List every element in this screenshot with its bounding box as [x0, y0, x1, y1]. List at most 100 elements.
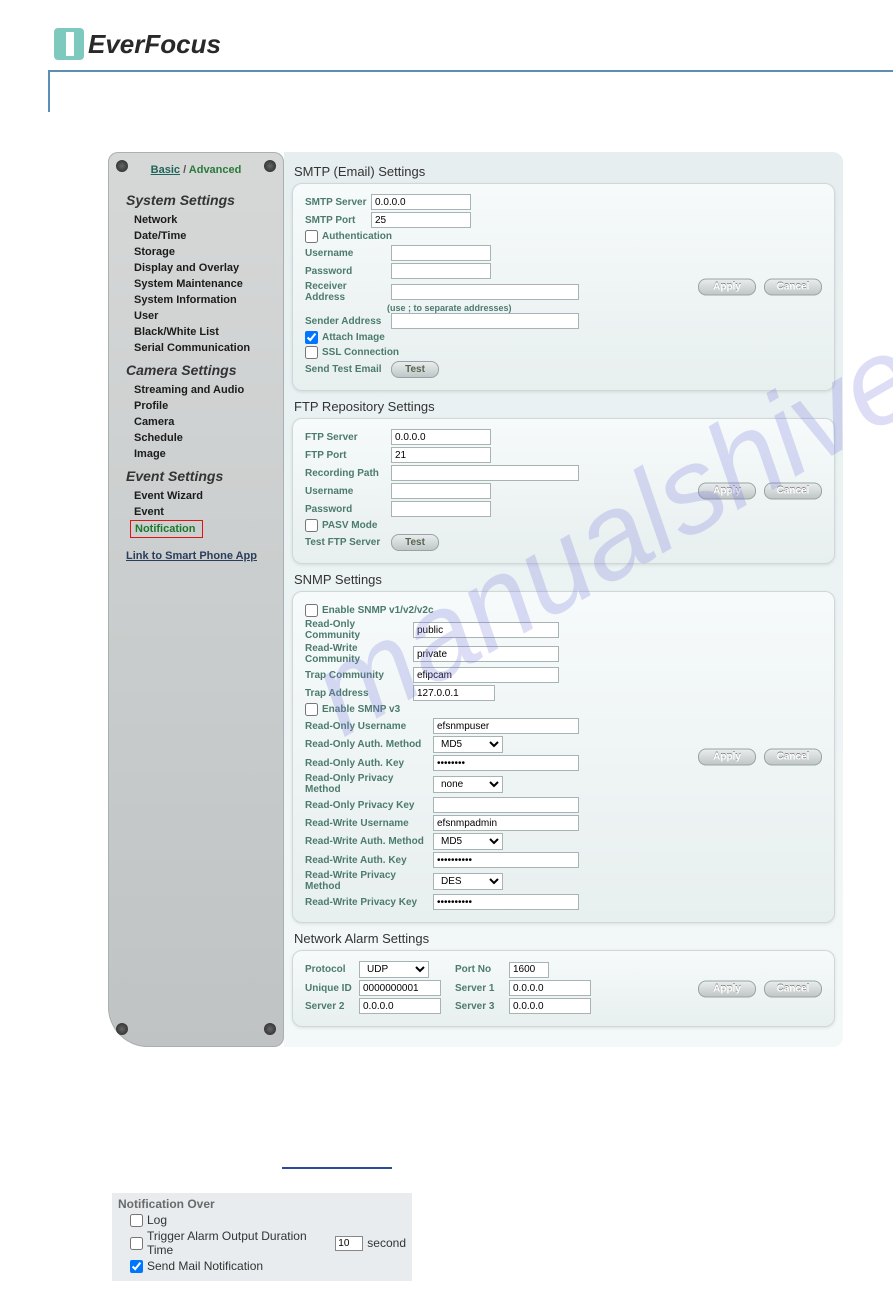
notif-log-label: Log — [147, 1213, 167, 1227]
snmp-roauth-select[interactable]: MD5 — [433, 736, 503, 753]
smtp-port-input[interactable] — [371, 212, 471, 228]
sidebar-item-camera[interactable]: Camera — [108, 414, 284, 430]
notif-trigger-unit: second — [367, 1236, 406, 1250]
alarm-cancel-button[interactable]: Cancel — [764, 980, 822, 997]
smtp-pass-input[interactable] — [391, 263, 491, 279]
sidebar-item-event[interactable]: Event — [108, 504, 284, 520]
snmp-ropriv-select[interactable]: none — [433, 776, 503, 793]
ftp-pasv-checkbox[interactable] — [305, 519, 318, 532]
snmp-trapaddr-input[interactable] — [413, 685, 495, 701]
smtp-apply-button[interactable]: Apply — [698, 279, 756, 296]
tab-basic[interactable]: Basic — [151, 164, 180, 176]
header-rule — [48, 70, 893, 112]
smtp-user-label: Username — [305, 248, 387, 259]
smtp-server-input[interactable] — [371, 194, 471, 210]
alarm-actions: Apply Cancel — [698, 980, 822, 997]
sidebar-item-user[interactable]: User — [108, 308, 284, 324]
ftp-user-input[interactable] — [391, 483, 491, 499]
sidebar-link-smartphone[interactable]: Link to Smart Phone App — [108, 538, 284, 564]
smtp-ssl-checkbox[interactable] — [305, 346, 318, 359]
tab-advanced[interactable]: Advanced — [189, 164, 242, 176]
smtp-cancel-button[interactable]: Cancel — [764, 279, 822, 296]
screw-icon — [116, 160, 128, 172]
ftp-port-input[interactable] — [391, 447, 491, 463]
sidebar-item-maintenance[interactable]: System Maintenance — [108, 276, 284, 292]
alarm-s2-input[interactable] — [359, 998, 441, 1014]
sidebar-item-display[interactable]: Display and Overlay — [108, 260, 284, 276]
brand-logo: EverFocus — [54, 28, 853, 60]
alarm-s2-label: Server 2 — [305, 1001, 355, 1012]
sidebar-item-event-wizard[interactable]: Event Wizard — [108, 488, 284, 504]
sidebar-item-info[interactable]: System Information — [108, 292, 284, 308]
smtp-recv-input[interactable] — [391, 284, 579, 300]
ftp-path-label: Recording Path — [305, 468, 387, 479]
ftp-server-label: FTP Server — [305, 432, 387, 443]
snmp-rwcom-input[interactable] — [413, 646, 559, 662]
snmp-rwpriv-select[interactable]: DES — [433, 873, 503, 890]
ftp-server-input[interactable] — [391, 429, 491, 445]
sidebar-item-bwlist[interactable]: Black/White List — [108, 324, 284, 340]
notif-mail-checkbox[interactable] — [130, 1260, 143, 1273]
snmp-trapcom-label: Trap Community — [305, 670, 409, 681]
sidebar-item-network[interactable]: Network — [108, 212, 284, 228]
snmp-trapcom-input[interactable] — [413, 667, 559, 683]
alarm-apply-button[interactable]: Apply — [698, 980, 756, 997]
alarm-uid-input[interactable] — [359, 980, 441, 996]
alarm-s3-input[interactable] — [509, 998, 591, 1014]
snmp-v3-label: Enable SMNP v3 — [322, 704, 400, 715]
smtp-recv-label: Receiver Address — [305, 281, 387, 303]
snmp-rocom-input[interactable] — [413, 622, 559, 638]
brand-name: EverFocus — [88, 29, 221, 60]
notif-trigger-time-input[interactable] — [335, 1236, 363, 1251]
snmp-rokey-input[interactable] — [433, 755, 579, 771]
alarm-panel: Apply Cancel Protocol UDP Port No Unique… — [292, 950, 835, 1027]
smtp-user-input[interactable] — [391, 245, 491, 261]
snmp-cancel-button[interactable]: Cancel — [764, 749, 822, 766]
smtp-test-button[interactable]: Test — [391, 361, 439, 378]
ftp-path-input[interactable] — [391, 465, 579, 481]
smtp-port-label: SMTP Port — [305, 215, 367, 226]
snmp-rwkey-input[interactable] — [433, 852, 579, 868]
alarm-proto-select[interactable]: UDP — [359, 961, 429, 978]
sidebar-item-schedule[interactable]: Schedule — [108, 430, 284, 446]
smtp-send-input[interactable] — [391, 313, 579, 329]
sidebar-item-serial[interactable]: Serial Communication — [108, 340, 284, 356]
sidebar-item-streaming[interactable]: Streaming and Audio — [108, 382, 284, 398]
smtp-attach-checkbox[interactable] — [305, 331, 318, 344]
ftp-test-button[interactable]: Test — [391, 534, 439, 551]
notif-title: Notification Over — [118, 1197, 406, 1211]
snmp-rouser-input[interactable] — [433, 718, 579, 734]
snmp-trapaddr-label: Trap Address — [305, 688, 409, 699]
smtp-recv-hint: (use ; to separate addresses) — [305, 303, 822, 313]
snmp-rwuser-label: Read-Write Username — [305, 818, 429, 829]
ftp-apply-button[interactable]: Apply — [698, 483, 756, 500]
alarm-section-title: Network Alarm Settings — [292, 927, 835, 950]
snmp-rwpkey-input[interactable] — [433, 894, 579, 910]
alarm-port-input[interactable] — [509, 962, 549, 978]
snmp-rocom-label: Read-Only Community — [305, 619, 409, 641]
screw-icon — [264, 1023, 276, 1035]
sidebar-heading-system: System Settings — [108, 186, 284, 212]
sidebar-item-image[interactable]: Image — [108, 446, 284, 462]
sidebar-item-notification[interactable]: Notification — [130, 520, 203, 538]
snmp-rwuser-input[interactable] — [433, 815, 579, 831]
snmp-rwauth-select[interactable]: MD5 — [433, 833, 503, 850]
alarm-s1-label: Server 1 — [455, 983, 505, 994]
ftp-cancel-button[interactable]: Cancel — [764, 483, 822, 500]
notif-log-checkbox[interactable] — [130, 1214, 143, 1227]
snmp-v3-checkbox[interactable] — [305, 703, 318, 716]
snmp-ropkey-input[interactable] — [433, 797, 579, 813]
ftp-section-title: FTP Repository Settings — [292, 395, 835, 418]
smtp-auth-checkbox[interactable] — [305, 230, 318, 243]
sidebar-heading-event: Event Settings — [108, 462, 284, 488]
notif-trigger-checkbox[interactable] — [130, 1237, 143, 1250]
notif-mail-label: Send Mail Notification — [147, 1259, 263, 1273]
alarm-s1-input[interactable] — [509, 980, 591, 996]
ftp-pass-input[interactable] — [391, 501, 491, 517]
sidebar-heading-camera: Camera Settings — [108, 356, 284, 382]
sidebar-item-storage[interactable]: Storage — [108, 244, 284, 260]
snmp-v12-checkbox[interactable] — [305, 604, 318, 617]
sidebar-item-datetime[interactable]: Date/Time — [108, 228, 284, 244]
snmp-apply-button[interactable]: Apply — [698, 749, 756, 766]
sidebar-item-profile[interactable]: Profile — [108, 398, 284, 414]
